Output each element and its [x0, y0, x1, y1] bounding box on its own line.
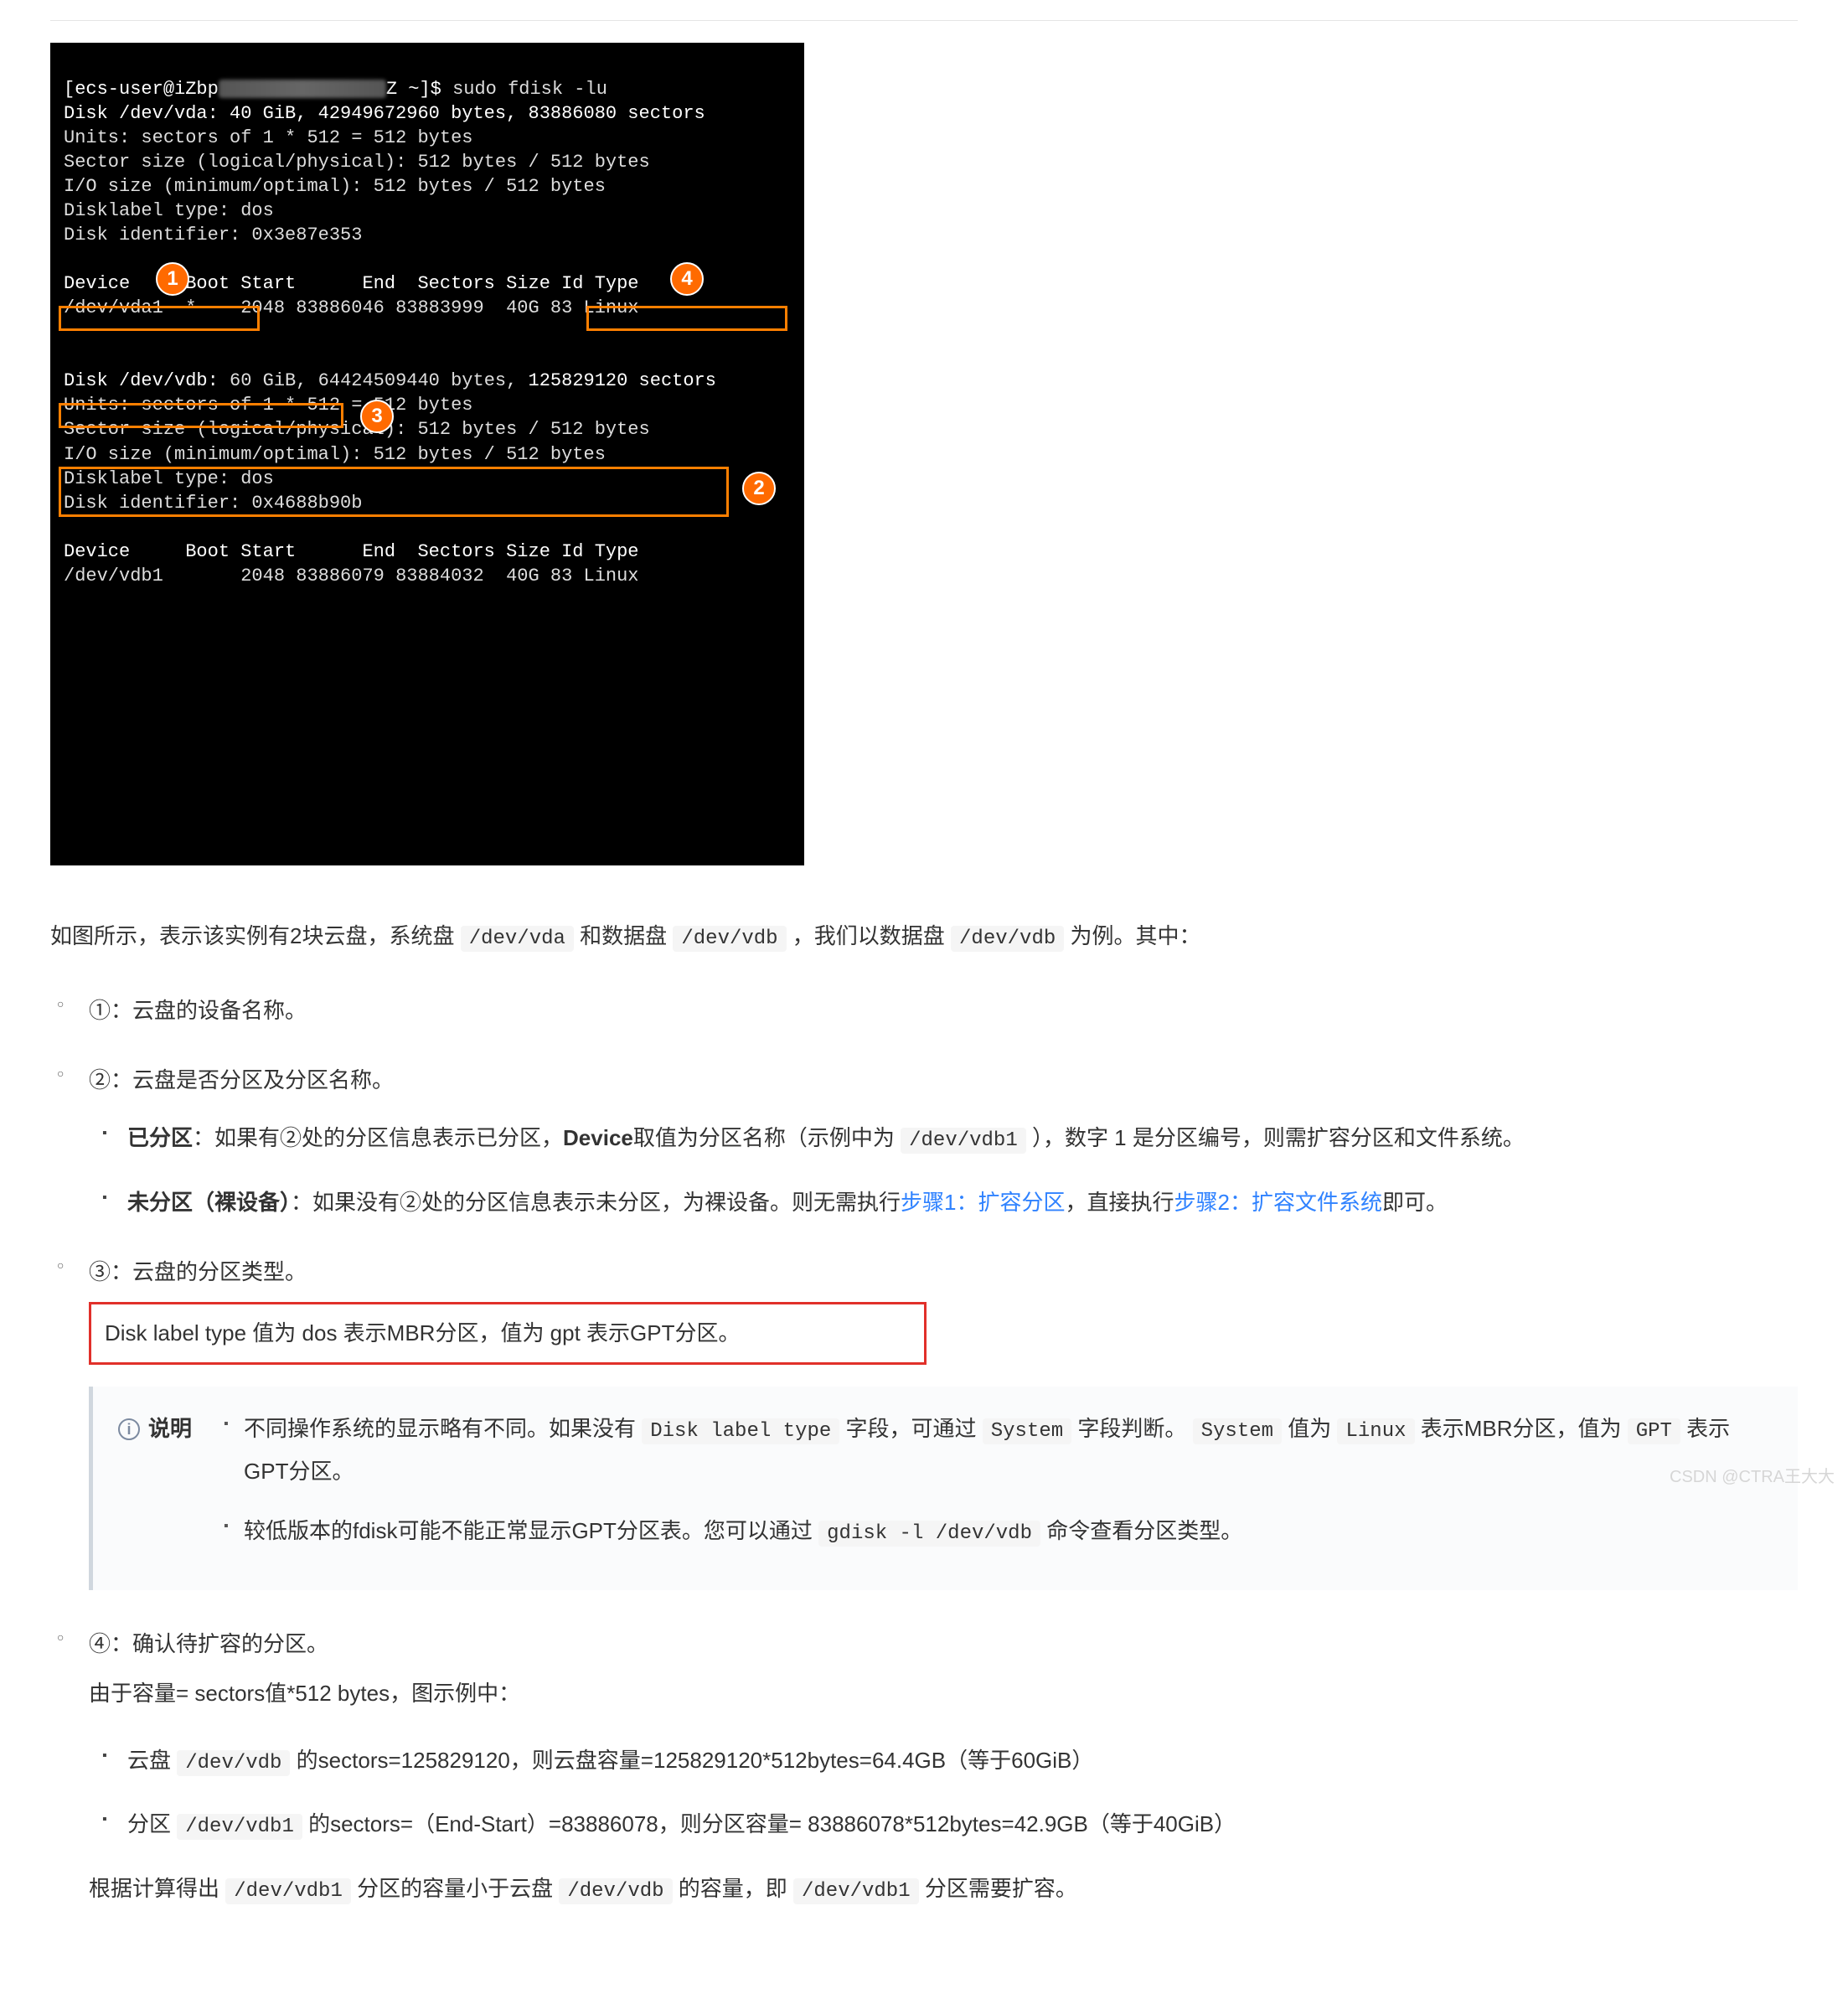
code-gpt: GPT [1628, 1418, 1680, 1444]
item-4: ④：确认待扩容的分区。 由于容量= sectors值*512 bytes，图示例… [89, 1624, 1798, 1911]
hostname-blur [219, 80, 386, 98]
code-vda: /dev/vda [461, 926, 574, 952]
code-vdb-4: /dev/vdb [559, 1878, 672, 1904]
intro-paragraph: 如图所示，表示该实例有2块云盘，系统盘 /dev/vda 和数据盘 /dev/v… [50, 916, 1798, 958]
highlight-disk-vdb [59, 306, 260, 331]
code-gdisk: gdisk -l /dev/vdb [818, 1521, 1040, 1547]
link-step1[interactable]: 步骤1：扩容分区 [901, 1190, 1065, 1215]
code-vdb-3: /dev/vdb [177, 1750, 290, 1776]
badge-3: 3 [360, 400, 394, 433]
badge-2: 2 [742, 472, 776, 505]
item-2-unpartitioned: 未分区（裸设备）：如果没有②处的分区信息表示未分区，为裸设备。则无需执行步骤1：… [127, 1182, 1798, 1223]
code-vdb: /dev/vdb [673, 926, 786, 952]
highlight-sectors [586, 306, 787, 331]
top-divider [50, 20, 1798, 21]
link-step2[interactable]: 步骤2：扩容文件系统 [1174, 1190, 1382, 1215]
item-4-sub: 由于容量= sectors值*512 bytes，图示例中： [89, 1673, 1798, 1714]
item-2: ②：云盘是否分区及分区名称。 已分区：如果有②处的分区信息表示已分区，Devic… [89, 1060, 1798, 1223]
item-1: ①：云盘的设备名称。 [89, 990, 1798, 1031]
code-linux: Linux [1337, 1418, 1414, 1444]
terminal-output: [ecs-user@iZbpZ ~]$ sudo fdisk -lu Disk … [50, 43, 804, 865]
badge-1: 1 [156, 262, 189, 296]
code-vdb1: /dev/vdb1 [901, 1128, 1026, 1154]
highlight-partition-row [59, 467, 729, 517]
item-2-partitioned: 已分区：如果有②处的分区信息表示已分区，Device取值为分区名称（示例中为 /… [127, 1118, 1798, 1160]
note-title: 说明 [148, 1408, 192, 1449]
note-callout: i 说明 不同操作系统的显示略有不同。如果没有 Disk label type … [89, 1387, 1798, 1590]
code-vdb1-3: /dev/vdb1 [225, 1878, 351, 1904]
code-vdb1-2: /dev/vdb1 [177, 1814, 302, 1840]
highlight-disklabel [59, 403, 343, 428]
code-vdb-2: /dev/vdb [951, 926, 1064, 952]
info-icon: i [118, 1418, 140, 1440]
code-vdb1-4: /dev/vdb1 [793, 1878, 919, 1904]
code-disklabeltype: Disk label type [642, 1418, 839, 1444]
red-highlight-box: Disk label type 值为 dos 表示MBR分区，值为 gpt 表示… [89, 1302, 927, 1365]
note-line-1: 不同操作系统的显示略有不同。如果没有 Disk label type 字段，可通… [244, 1408, 1773, 1492]
badge-4: 4 [670, 262, 704, 296]
item-4-conclusion: 根据计算得出 /dev/vdb1 分区的容量小于云盘 /dev/vdb 的容量，… [89, 1868, 1798, 1911]
item-4-disk: 云盘 /dev/vdb 的sectors=125829120，则云盘容量=125… [127, 1740, 1798, 1783]
item-4-partition: 分区 /dev/vdb1 的sectors=（End-Start）=838860… [127, 1804, 1798, 1847]
code-system-2: System [1193, 1418, 1282, 1444]
code-system: System [983, 1418, 1071, 1444]
watermark: CSDN @CTRA王大大 [1670, 1461, 1835, 1493]
item-3: ③：云盘的分区类型。 Disk label type 值为 dos 表示MBR分… [89, 1252, 1798, 1589]
note-line-2: 较低版本的fdisk可能不能正常显示GPT分区表。您可以通过 gdisk -l … [244, 1511, 1773, 1553]
